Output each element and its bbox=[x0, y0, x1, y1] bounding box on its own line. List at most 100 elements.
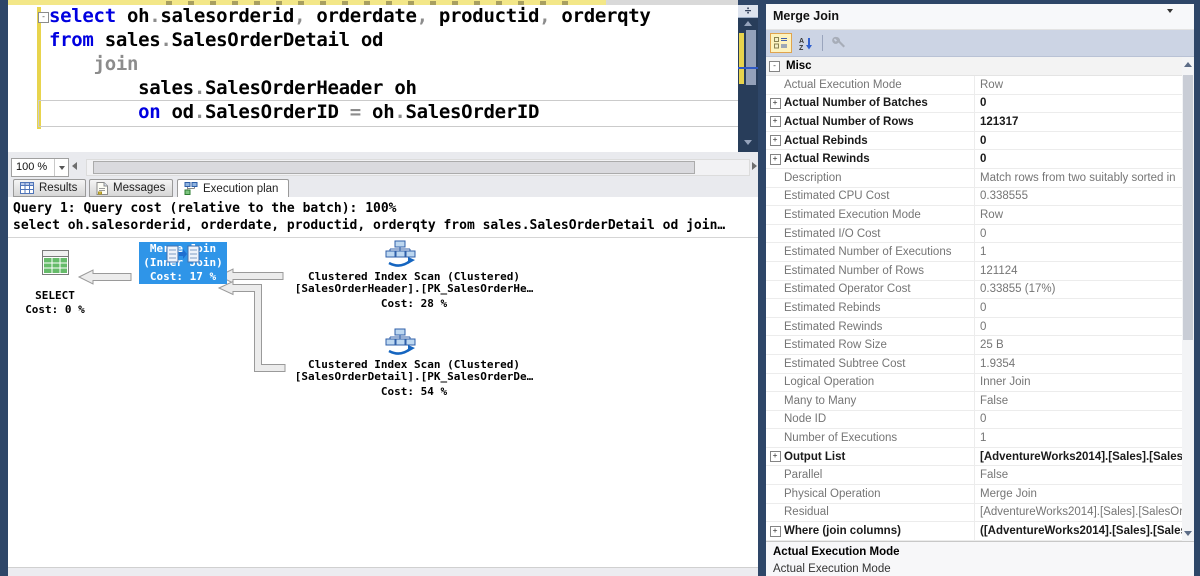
editor-vertical-scrollbar[interactable]: ÷ bbox=[738, 5, 758, 152]
tab-messages[interactable]: Messages bbox=[89, 179, 173, 197]
expand-icon[interactable]: + bbox=[766, 98, 784, 109]
properties-toolbar: A Z bbox=[766, 30, 1194, 57]
property-row[interactable]: Estimated Operator Cost0.33855 (17%) bbox=[766, 281, 1182, 300]
code-lines: select oh.salesorderid, orderdate, produ… bbox=[49, 5, 737, 125]
property-pages-button[interactable] bbox=[828, 33, 850, 53]
property-row[interactable]: +Output List[AdventureWorks2014].[Sales]… bbox=[766, 448, 1182, 467]
window-position-icon[interactable] bbox=[1167, 13, 1176, 31]
clustered-index-scan-icon bbox=[384, 240, 416, 268]
plan-node-cost: Cost: 54 % bbox=[290, 386, 538, 398]
category-row-misc[interactable]: - Misc bbox=[766, 57, 1182, 76]
caret-position-marker bbox=[738, 67, 758, 69]
property-row[interactable]: Number of Executions1 bbox=[766, 429, 1182, 448]
property-row[interactable]: +Actual Rewinds0 bbox=[766, 150, 1182, 169]
code-collapse-icon[interactable]: - bbox=[38, 12, 49, 23]
editor-bottom-chrome: 100 % Results Messages bbox=[8, 152, 758, 197]
property-row[interactable]: Estimated I/O Cost0 bbox=[766, 225, 1182, 244]
property-name: Actual Rewinds bbox=[784, 150, 975, 168]
chevron-down-icon[interactable] bbox=[54, 159, 68, 176]
expand-icon[interactable]: + bbox=[766, 451, 784, 462]
property-grid[interactable]: Actual Execution ModeRow+Actual Number o… bbox=[766, 76, 1182, 541]
property-row[interactable]: +Actual Rebinds0 bbox=[766, 132, 1182, 151]
tab-label: Execution plan bbox=[203, 183, 278, 195]
bottom-scroll-strip bbox=[8, 567, 758, 576]
property-row[interactable]: Estimated Rebinds0 bbox=[766, 299, 1182, 318]
scroll-down-icon[interactable] bbox=[744, 140, 752, 145]
code-line: join bbox=[49, 53, 737, 77]
plan-node-scan-header[interactable]: Clustered Index Scan (Clustered) [SalesO… bbox=[290, 240, 538, 315]
property-row[interactable]: Logical OperationInner Join bbox=[766, 374, 1182, 393]
scrollbar-thumb[interactable] bbox=[93, 161, 695, 174]
scrollbar-thumb[interactable] bbox=[746, 30, 756, 85]
execution-plan-canvas[interactable]: SELECT Cost: 0 % Merge Join (Inner Join)… bbox=[8, 238, 758, 567]
ssms-window: - select oh.salesorderid, orderdate, pro… bbox=[0, 0, 1200, 576]
scrollbar-thumb[interactable] bbox=[1183, 75, 1193, 340]
property-value: 0 bbox=[975, 153, 1182, 165]
tab-results[interactable]: Results bbox=[13, 179, 86, 197]
clustered-index-scan-icon bbox=[384, 328, 416, 356]
property-row[interactable]: Many to ManyFalse bbox=[766, 392, 1182, 411]
expand-icon[interactable]: + bbox=[766, 116, 784, 127]
properties-title: Merge Join bbox=[773, 9, 839, 23]
property-row[interactable]: Estimated CPU Cost0.338555 bbox=[766, 188, 1182, 207]
categorized-icon bbox=[774, 37, 788, 49]
property-name: Estimated CPU Cost bbox=[784, 188, 975, 206]
property-value: ([AdventureWorks2014].[Sales].[SalesOr bbox=[975, 525, 1182, 537]
property-row[interactable]: Residual[AdventureWorks2014].[Sales].[Sa… bbox=[766, 504, 1182, 523]
properties-title-bar: Merge Join bbox=[766, 4, 1194, 30]
property-row[interactable]: +Actual Number of Batches0 bbox=[766, 95, 1182, 114]
properties-scrollbar[interactable] bbox=[1182, 57, 1194, 541]
property-row[interactable]: Node ID0 bbox=[766, 411, 1182, 430]
collapse-icon[interactable]: - bbox=[769, 61, 780, 72]
property-row[interactable]: ParallelFalse bbox=[766, 466, 1182, 485]
sql-editor[interactable]: - select oh.salesorderid, orderdate, pro… bbox=[8, 5, 738, 152]
property-row[interactable]: Estimated Subtree Cost1.9354 bbox=[766, 355, 1182, 374]
property-value: 0 bbox=[975, 413, 1182, 425]
scroll-down-icon[interactable] bbox=[1184, 531, 1192, 536]
alphabetical-sort-button[interactable]: A Z bbox=[795, 33, 817, 53]
property-value: 25 B bbox=[975, 339, 1182, 351]
property-name: Estimated I/O Cost bbox=[784, 225, 975, 243]
categorized-button[interactable] bbox=[770, 33, 792, 53]
wrench-icon bbox=[832, 36, 846, 50]
splitter-handle[interactable]: ÷ bbox=[738, 5, 758, 18]
expand-icon[interactable]: + bbox=[766, 135, 784, 146]
property-value: Inner Join bbox=[975, 376, 1182, 388]
tab-execution-plan[interactable]: Execution plan bbox=[177, 179, 289, 198]
property-value: Match rows from two suitably sorted in bbox=[975, 172, 1182, 184]
property-name: Actual Number of Rows bbox=[784, 113, 975, 131]
property-row[interactable]: +Actual Number of Rows121317 bbox=[766, 113, 1182, 132]
plan-node-object: [SalesOrderDetail].[PK_SalesOrderDe… bbox=[290, 371, 538, 383]
scroll-up-icon[interactable] bbox=[744, 21, 752, 26]
property-row[interactable]: Actual Execution ModeRow bbox=[766, 76, 1182, 95]
property-name: Number of Executions bbox=[784, 429, 975, 447]
plan-node-cost: Cost: 0 % bbox=[20, 304, 90, 316]
property-row[interactable]: Estimated Number of Executions1 bbox=[766, 243, 1182, 262]
expand-icon[interactable]: + bbox=[766, 526, 784, 537]
property-name: Estimated Row Size bbox=[784, 336, 975, 354]
plan-node-cost: Cost: 17 % bbox=[139, 270, 227, 284]
expand-icon[interactable]: + bbox=[766, 154, 784, 165]
zoom-value: 100 % bbox=[16, 159, 47, 175]
tab-label: Messages bbox=[113, 182, 165, 194]
property-row[interactable]: Estimated Row Size25 B bbox=[766, 336, 1182, 355]
scroll-right-icon[interactable] bbox=[752, 162, 757, 170]
description-text: Actual Execution Mode bbox=[773, 563, 891, 575]
property-row[interactable]: +Where (join columns)([AdventureWorks201… bbox=[766, 522, 1182, 541]
scroll-up-icon[interactable] bbox=[1184, 62, 1192, 67]
plan-node-merge-join[interactable]: Merge Join (Inner Join) Cost: 17 % bbox=[139, 242, 227, 317]
property-name: Where (join columns) bbox=[784, 522, 975, 540]
property-value: 0 bbox=[975, 228, 1182, 240]
plan-node-select[interactable]: SELECT Cost: 0 % bbox=[20, 248, 90, 318]
property-row[interactable]: Estimated Rewinds0 bbox=[766, 318, 1182, 337]
scroll-left-icon[interactable] bbox=[72, 162, 77, 170]
property-row[interactable]: Estimated Execution ModeRow bbox=[766, 206, 1182, 225]
property-row[interactable]: Estimated Number of Rows121124 bbox=[766, 262, 1182, 281]
editor-horizontal-scrollbar[interactable] bbox=[86, 159, 750, 176]
zoom-select[interactable]: 100 % bbox=[11, 158, 69, 177]
property-row[interactable]: Physical OperationMerge Join bbox=[766, 485, 1182, 504]
property-row[interactable]: DescriptionMatch rows from two suitably … bbox=[766, 169, 1182, 188]
code-line: from sales.SalesOrderDetail od bbox=[49, 29, 737, 53]
property-name: Estimated Rewinds bbox=[784, 318, 975, 336]
plan-node-scan-detail[interactable]: Clustered Index Scan (Clustered) [SalesO… bbox=[290, 328, 538, 403]
